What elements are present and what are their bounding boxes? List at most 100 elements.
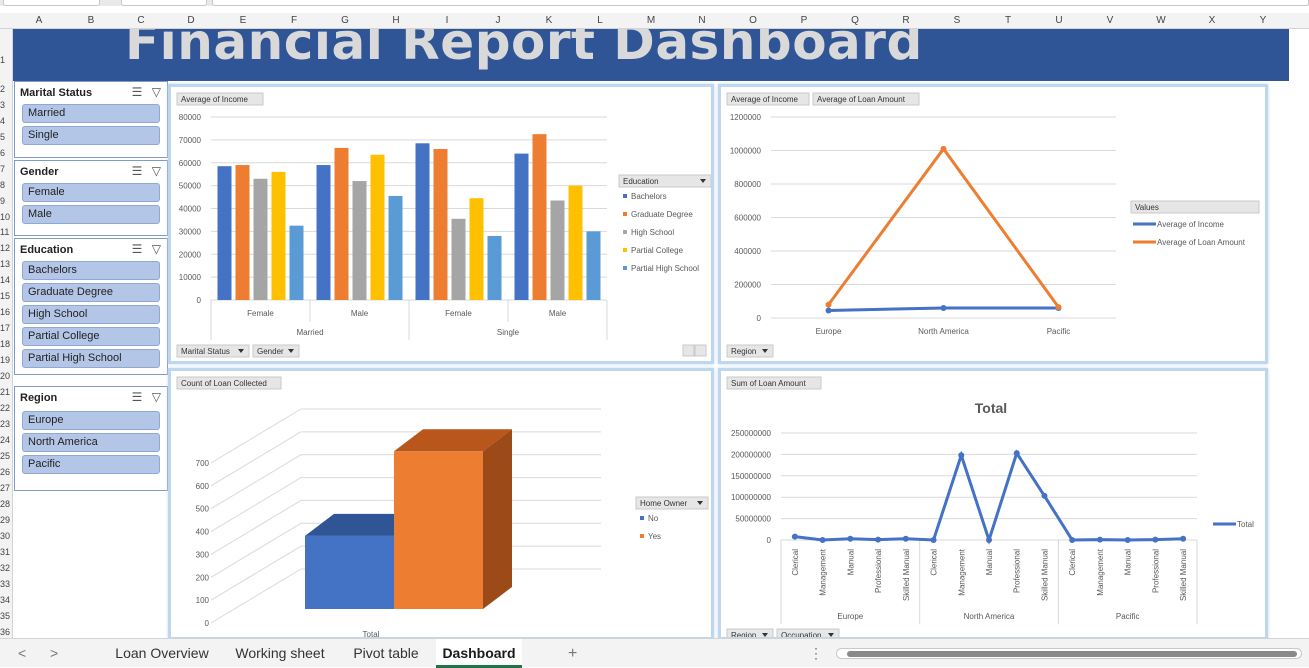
- column-header-cell[interactable]: W: [1151, 13, 1171, 29]
- column-header-cell[interactable]: J: [488, 13, 508, 29]
- row-header-cell[interactable]: 23: [0, 419, 13, 430]
- tab-pivot-table[interactable]: Pivot table: [344, 639, 428, 668]
- column-header-cell[interactable]: U: [1049, 13, 1069, 29]
- column-header-cell[interactable]: P: [794, 13, 814, 29]
- field-button-average-loan-amount[interactable]: Average of Loan Amount: [812, 92, 920, 106]
- column-header-cell[interactable]: K: [539, 13, 559, 29]
- row-header-cell[interactable]: 34: [0, 595, 13, 606]
- column-header-cell[interactable]: D: [181, 13, 201, 29]
- slicer-item[interactable]: Pacific: [22, 455, 160, 474]
- row-header-cell[interactable]: 8: [0, 180, 13, 191]
- column-header-cell[interactable]: Q: [845, 13, 865, 29]
- clear-filter-icon[interactable]: ▽: [152, 164, 161, 178]
- more-options-icon[interactable]: ⋮: [809, 639, 823, 668]
- slicer-item[interactable]: Male: [22, 205, 160, 224]
- column-header-cell[interactable]: X: [1202, 13, 1222, 29]
- row-header-cell[interactable]: 17: [0, 323, 13, 334]
- column-header-cell[interactable]: T: [998, 13, 1018, 29]
- row-header-cell[interactable]: 7: [0, 164, 13, 175]
- row-header-cell[interactable]: 10: [0, 212, 13, 223]
- slicer-gender[interactable]: Gender ☰ ▽ Female Male: [14, 160, 168, 236]
- tab-dashboard[interactable]: Dashboard: [436, 639, 522, 668]
- row-header-cell[interactable]: 13: [0, 259, 13, 270]
- slicer-item[interactable]: North America: [22, 433, 160, 452]
- row-header-cell[interactable]: 16: [0, 307, 13, 318]
- field-button-average-income[interactable]: Average of Income: [176, 92, 264, 106]
- income-by-education-chart[interactable]: Average of Income 0 10000 20000 30000 40000 50…: [168, 84, 714, 364]
- tab-working-sheet[interactable]: Working sheet: [226, 639, 334, 668]
- name-box[interactable]: [3, 0, 100, 6]
- field-button-count-loan-collected[interactable]: Count of Loan Collected: [176, 376, 282, 390]
- slicer-item[interactable]: Partial High School: [22, 349, 160, 368]
- slicer-education[interactable]: Education ☰ ▽ Bachelors Graduate Degree High…: [14, 238, 168, 375]
- filter-button-region[interactable]: Region: [726, 628, 774, 642]
- legend-filter-education[interactable]: Education: [618, 174, 712, 188]
- column-header-cell[interactable]: V: [1100, 13, 1120, 29]
- column-header-cell[interactable]: B: [81, 13, 101, 29]
- row-header-cell[interactable]: 25: [0, 451, 13, 462]
- formula-bar[interactable]: [212, 0, 1309, 6]
- column-header-cell[interactable]: F: [284, 13, 304, 29]
- column-header-cell[interactable]: R: [896, 13, 916, 29]
- loan-by-occupation-chart[interactable]: Sum of Loan Amount Total 0 50000000 10000000…: [718, 368, 1268, 642]
- multi-select-icon[interactable]: ☰: [132, 85, 143, 99]
- slicer-item[interactable]: Female: [22, 183, 160, 202]
- slicer-item[interactable]: Partial College: [22, 327, 160, 346]
- row-header-cell[interactable]: 24: [0, 435, 13, 446]
- slicer-item[interactable]: Graduate Degree: [22, 283, 160, 302]
- slicer-item[interactable]: High School: [22, 305, 160, 324]
- row-header-cell[interactable]: 22: [0, 403, 13, 414]
- row-header-cell[interactable]: 2: [0, 84, 13, 95]
- column-header-cell[interactable]: C: [131, 13, 151, 29]
- row-header-cell[interactable]: 5: [0, 132, 13, 143]
- slicer-item[interactable]: Single: [22, 126, 160, 145]
- filter-button-gender[interactable]: Gender: [252, 344, 300, 358]
- filter-button-occupation[interactable]: Occupation: [776, 628, 840, 642]
- clear-filter-icon[interactable]: ▽: [152, 85, 161, 99]
- row-header-cell[interactable]: 31: [0, 547, 13, 558]
- row-header-cell[interactable]: 20: [0, 371, 13, 382]
- column-header-cell[interactable]: S: [947, 13, 967, 29]
- column-header-cell[interactable]: E: [233, 13, 253, 29]
- slicer-region[interactable]: Region ☰ ▽ Europe North America Pacific: [14, 386, 168, 491]
- tab-loan-overview[interactable]: Loan Overview: [108, 639, 216, 668]
- row-header-cell[interactable]: 28: [0, 499, 13, 510]
- row-header-cell[interactable]: 27: [0, 483, 13, 494]
- prev-sheet-arrow[interactable]: <: [18, 639, 26, 668]
- field-button-sum-loan-amount[interactable]: Sum of Loan Amount: [726, 376, 822, 390]
- field-button-average-income[interactable]: Average of Income: [726, 92, 810, 106]
- row-header-cell[interactable]: 3: [0, 100, 13, 111]
- column-header-cell[interactable]: N: [692, 13, 712, 29]
- multi-select-icon[interactable]: ☰: [132, 242, 143, 256]
- clear-filter-icon[interactable]: ▽: [152, 390, 161, 404]
- row-header-cell[interactable]: 4: [0, 116, 13, 127]
- row-header-cell[interactable]: 15: [0, 291, 13, 302]
- column-header-cell[interactable]: I: [437, 13, 457, 29]
- filter-button-region[interactable]: Region: [726, 344, 774, 358]
- income-loan-by-region-chart[interactable]: Average of Income Average of Loan Amount 0…: [718, 84, 1268, 364]
- row-header-cell[interactable]: 30: [0, 531, 13, 542]
- slicer-item[interactable]: Married: [22, 104, 160, 123]
- row-header-cell[interactable]: 18: [0, 339, 13, 350]
- row-header-cell[interactable]: 36: [0, 627, 13, 638]
- row-header-cell[interactable]: 1: [0, 55, 13, 66]
- column-header-cell[interactable]: Y: [1253, 13, 1273, 29]
- row-header-cell[interactable]: 21: [0, 387, 13, 398]
- next-sheet-arrow[interactable]: >: [50, 639, 58, 668]
- row-header-cell[interactable]: 9: [0, 196, 13, 207]
- add-sheet-button[interactable]: +: [568, 639, 577, 668]
- row-header-cell[interactable]: 26: [0, 467, 13, 478]
- loan-collected-chart[interactable]: Count of Loan Collected 0 100 200 300 400 500 6…: [168, 368, 714, 640]
- row-header-cell[interactable]: 33: [0, 579, 13, 590]
- column-header-cell[interactable]: G: [335, 13, 355, 29]
- slicer-marital-status[interactable]: Marital Status ☰ ▽ Married Single: [14, 81, 168, 158]
- column-header-cell[interactable]: L: [590, 13, 610, 29]
- row-header-cell[interactable]: 32: [0, 563, 13, 574]
- slicer-item[interactable]: Europe: [22, 411, 160, 430]
- column-header-cell[interactable]: H: [386, 13, 406, 29]
- column-header-cell[interactable]: M: [641, 13, 661, 29]
- clear-filter-icon[interactable]: ▽: [152, 242, 161, 256]
- column-header-cell[interactable]: O: [743, 13, 763, 29]
- row-header-cell[interactable]: 12: [0, 243, 13, 254]
- row-header-cell[interactable]: 14: [0, 275, 13, 286]
